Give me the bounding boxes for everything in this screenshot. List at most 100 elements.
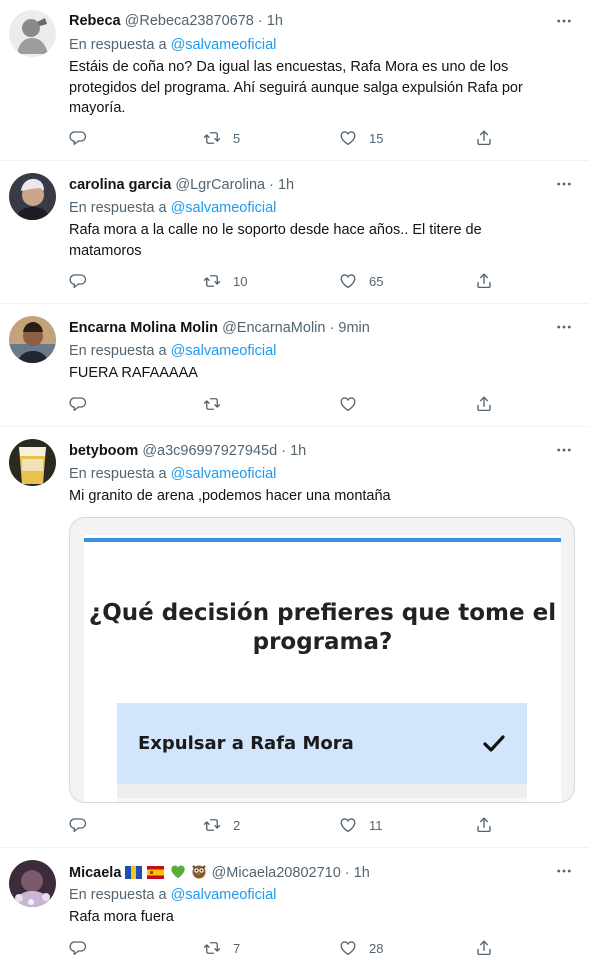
display-name[interactable]: Rebeca — [69, 13, 121, 29]
retweet-icon — [203, 816, 221, 834]
retweet-button[interactable]: 5 — [203, 128, 240, 148]
reply-mention-link[interactable]: @salvameoficial — [171, 887, 277, 903]
reply-button[interactable] — [69, 128, 87, 148]
share-button[interactable] — [475, 938, 493, 958]
blue-yellow-flag-icon — [125, 866, 143, 879]
tweet-actions: 7 28 — [69, 938, 499, 958]
more-icon[interactable] — [555, 441, 573, 459]
more-icon[interactable] — [555, 318, 573, 336]
tweet-text: Rafa mora fuera — [69, 909, 174, 925]
like-button[interactable]: 15 — [339, 128, 383, 148]
display-name[interactable]: betyboom — [69, 443, 138, 459]
share-icon — [475, 939, 493, 957]
tweet[interactable]: Encarna Molina Molin @EncarnaMolin · 9mi… — [0, 304, 589, 427]
avatar[interactable] — [9, 173, 56, 220]
like-button[interactable]: 65 — [339, 271, 383, 291]
tweet[interactable]: carolina garcia @LgrCarolina · 1h En res… — [0, 161, 589, 304]
like-icon — [339, 395, 357, 413]
tweet-text: Mi granito de arena ,podemos hacer una m… — [69, 488, 391, 504]
tweet[interactable]: Micaela @Micaela20802710 · 1h En respues… — [0, 848, 589, 958]
share-button[interactable] — [475, 271, 493, 291]
like-count: 15 — [369, 130, 384, 146]
tweet-actions — [69, 394, 499, 414]
tweet[interactable]: Rebeca @Rebeca23870678 · 1h En respuesta… — [0, 0, 589, 161]
poll-question: ¿Qué decisión prefieres que tome el prog… — [88, 600, 557, 655]
display-name[interactable]: Encarna Molina Molin — [69, 320, 218, 336]
reply-icon — [69, 129, 87, 147]
retweet-icon — [203, 395, 221, 413]
share-button[interactable] — [475, 815, 493, 835]
avatar[interactable] — [9, 10, 56, 57]
poll-accent-bar — [84, 538, 561, 542]
reply-button[interactable] — [69, 271, 87, 291]
like-count: 65 — [369, 273, 384, 289]
name-emojis — [125, 865, 211, 881]
check-icon — [483, 735, 505, 752]
like-count: 28 — [369, 940, 384, 956]
reply-mention-link[interactable]: @salvameoficial — [171, 37, 277, 53]
more-icon[interactable] — [555, 175, 573, 193]
like-button[interactable]: 28 — [339, 938, 383, 958]
retweet-button[interactable]: 2 — [203, 815, 240, 835]
timestamp[interactable]: 1h — [354, 865, 370, 881]
retweet-button[interactable]: 7 — [203, 938, 240, 958]
like-button[interactable]: 11 — [339, 815, 383, 835]
retweet-icon — [203, 129, 221, 147]
avatar[interactable] — [9, 439, 56, 486]
like-button[interactable] — [339, 394, 357, 414]
user-handle[interactable]: @Micaela20802710 — [212, 865, 341, 881]
attached-image[interactable]: ¿Qué decisión prefieres que tome el prog… — [69, 517, 575, 803]
reply-button[interactable] — [69, 815, 87, 835]
poll-option-next — [117, 798, 527, 802]
poll-option-label: Expulsar a Rafa Mora — [138, 733, 354, 754]
reply-icon — [69, 272, 87, 290]
timestamp[interactable]: 1h — [267, 13, 283, 29]
retweet-count: 5 — [233, 130, 241, 146]
reply-context: En respuesta a @salvameoficial — [69, 465, 276, 483]
timestamp[interactable]: 9min — [338, 320, 369, 336]
share-icon — [475, 272, 493, 290]
tweet-text: Rafa mora a la calle no le soporto desde… — [69, 222, 482, 259]
retweet-button[interactable] — [203, 394, 221, 414]
timestamp[interactable]: 1h — [278, 177, 294, 193]
display-name[interactable]: carolina garcia — [69, 177, 171, 193]
like-icon — [339, 129, 357, 147]
share-button[interactable] — [475, 128, 493, 148]
separator-dot: · — [329, 320, 335, 336]
display-name[interactable]: Micaela — [69, 865, 121, 881]
like-icon — [339, 939, 357, 957]
reply-button[interactable] — [69, 938, 87, 958]
green-heart-icon — [170, 865, 185, 879]
like-count: 11 — [369, 817, 383, 833]
share-button[interactable] — [475, 394, 493, 414]
reply-prefix: En respuesta a — [69, 200, 167, 216]
reply-context: En respuesta a @salvameoficial — [69, 199, 276, 217]
more-icon[interactable] — [555, 12, 573, 30]
reply-mention-link[interactable]: @salvameoficial — [171, 466, 277, 482]
share-icon — [475, 816, 493, 834]
retweet-icon — [203, 272, 221, 290]
retweet-count: 10 — [233, 273, 248, 289]
user-handle[interactable]: @LgrCarolina — [175, 177, 265, 193]
reply-prefix: En respuesta a — [69, 343, 167, 359]
reply-prefix: En respuesta a — [69, 37, 167, 53]
retweet-button[interactable]: 10 — [203, 271, 247, 291]
timestamp[interactable]: 1h — [290, 443, 306, 459]
avatar[interactable] — [9, 316, 56, 363]
tweet-text: FUERA RAFAAAAA — [69, 365, 198, 381]
reply-context: En respuesta a @salvameoficial — [69, 342, 276, 360]
reply-mention-link[interactable]: @salvameoficial — [171, 343, 277, 359]
share-icon — [475, 395, 493, 413]
reply-mention-link[interactable]: @salvameoficial — [171, 200, 277, 216]
reply-icon — [69, 395, 87, 413]
like-icon — [339, 272, 357, 290]
tweet-header: betyboom @a3c96997927945d · 1h — [69, 442, 306, 460]
user-handle[interactable]: @a3c96997927945d — [142, 443, 277, 459]
poll-option: Expulsar a Rafa Mora — [117, 703, 527, 784]
user-handle[interactable]: @Rebeca23870678 — [125, 13, 254, 29]
user-handle[interactable]: @EncarnaMolin — [222, 320, 325, 336]
avatar[interactable] — [9, 860, 56, 907]
reply-button[interactable] — [69, 394, 87, 414]
reply-icon — [69, 816, 87, 834]
more-icon[interactable] — [555, 862, 573, 880]
